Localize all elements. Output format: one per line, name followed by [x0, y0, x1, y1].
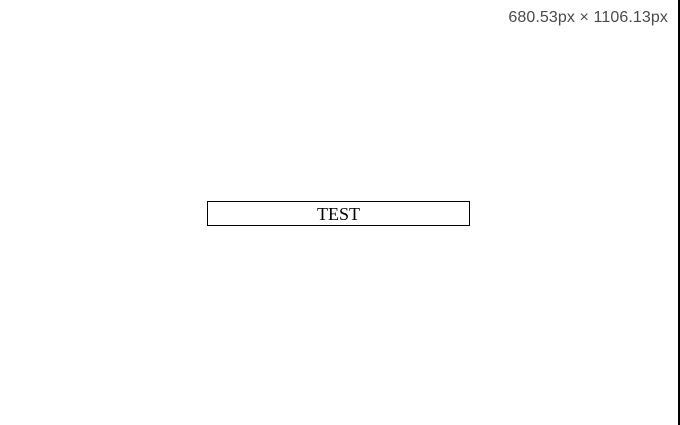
test-label: TEST — [317, 203, 360, 224]
test-box: TEST — [207, 201, 470, 226]
viewport-size-readout: 680.53px × 1106.13px — [508, 9, 668, 26]
page-viewport: 680.53px × 1106.13px TEST — [0, 0, 678, 425]
